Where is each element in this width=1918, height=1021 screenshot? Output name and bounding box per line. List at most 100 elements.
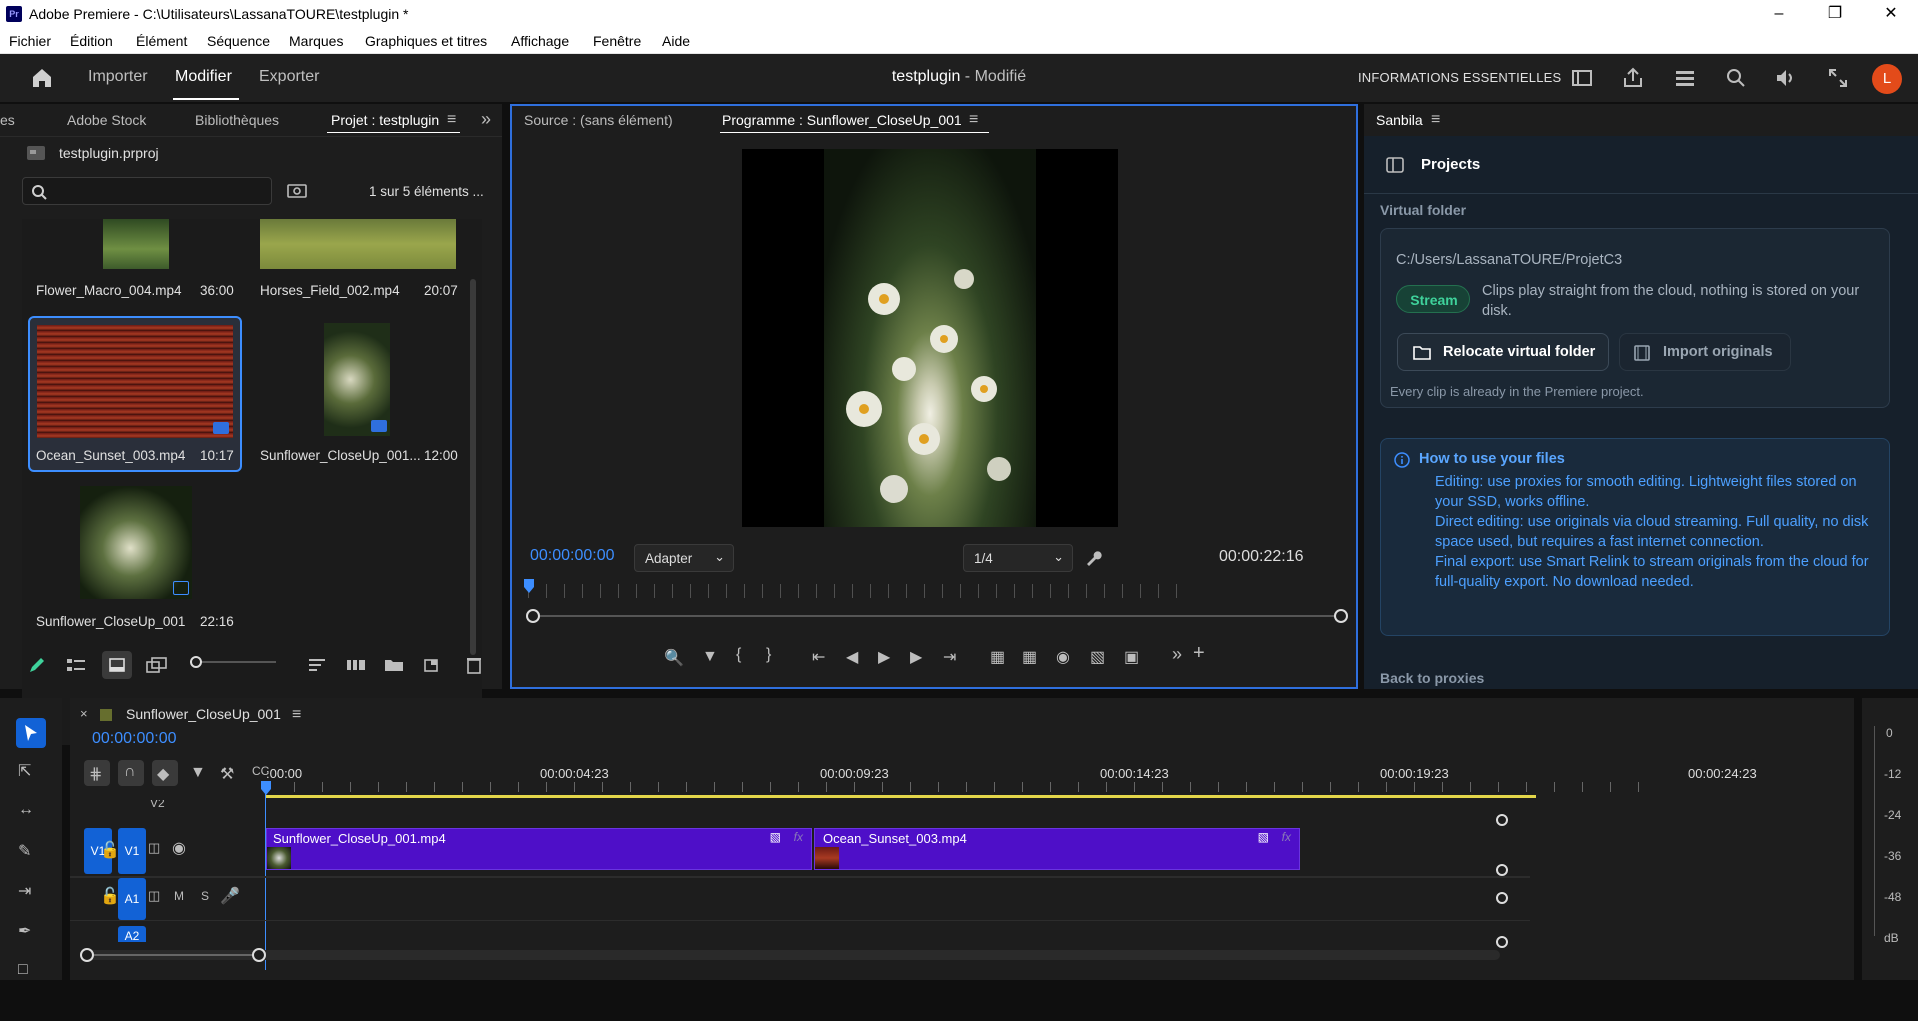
extract-icon[interactable]: ▦ [1022, 647, 1037, 667]
tab-menu-icon[interactable]: ≡ [969, 111, 978, 129]
nest-button[interactable]: ⋕ [84, 760, 110, 786]
progress-icon[interactable] [1673, 66, 1697, 90]
menu-affichage[interactable]: Affichage [511, 33, 569, 49]
timeline-clip-ocean[interactable]: Ocean_Sunset_003.mp4 ▧ fx [814, 828, 1300, 870]
audio-vscroll-top-handle[interactable] [1496, 892, 1508, 904]
list-view-icon[interactable] [66, 656, 86, 674]
razor-icon[interactable]: ✎ [18, 841, 31, 861]
sort-icon[interactable] [308, 657, 326, 673]
menu-marques[interactable]: Marques [289, 33, 343, 49]
menu-fichier[interactable]: Fichier [9, 33, 51, 49]
time-ruler[interactable]: :00:00 00:00:04:23 00:00:09:23 00:00:14:… [266, 766, 1566, 782]
import-originals-button[interactable]: Import originals [1619, 333, 1791, 371]
selection-tool[interactable] [16, 718, 46, 748]
track-select-icon[interactable]: ⇱ [18, 761, 31, 781]
tab-sanbila[interactable]: Sanbila [1376, 112, 1423, 128]
go-to-out-icon[interactable]: ⇥ [943, 647, 956, 667]
user-avatar[interactable]: L [1872, 64, 1902, 94]
volume-icon[interactable] [1774, 66, 1798, 90]
scrollbar-left-handle[interactable] [80, 948, 94, 962]
audio-vscroll-bottom-handle[interactable] [1496, 936, 1508, 948]
sync-lock-icon[interactable]: ◫ [148, 840, 160, 856]
workspace-selector[interactable]: INFORMATIONS ESSENTIELLES [1358, 70, 1561, 85]
wrench-icon[interactable] [1085, 549, 1105, 569]
ripple-edit-icon[interactable]: ↔ [18, 801, 34, 819]
icon-view-button[interactable] [102, 651, 132, 679]
trash-icon[interactable] [466, 656, 482, 674]
menu-fenetre[interactable]: Fenêtre [593, 33, 641, 49]
panel-overflow-icon[interactable]: » [481, 109, 491, 130]
wrench-icon[interactable]: ⚒ [220, 764, 234, 784]
magnify-icon[interactable]: 🔍 [664, 648, 684, 668]
close-icon[interactable]: ✕ [1868, 0, 1914, 28]
tab-menu-icon[interactable]: ≡ [292, 706, 301, 724]
bin-scrollbar[interactable] [470, 279, 476, 655]
mark-out-icon[interactable]: } [766, 646, 771, 664]
freeform-view-icon[interactable] [146, 656, 168, 674]
zoom-slider-handle[interactable] [190, 656, 202, 668]
tab-libraries[interactable]: Bibliothèques [195, 112, 279, 128]
add-marker-icon[interactable]: ▼ [702, 648, 718, 666]
menu-sequence[interactable]: Séquence [207, 33, 270, 49]
clip-thumbnail-sunflower[interactable] [324, 323, 390, 436]
proxy-toggle-icon[interactable]: ▧ [1090, 647, 1105, 667]
zoom-scrollbar[interactable] [534, 615, 1342, 617]
minimize-icon[interactable]: – [1756, 0, 1802, 28]
tab-menu-icon[interactable]: ≡ [1431, 111, 1440, 129]
compare-view-icon[interactable]: ▣ [1124, 647, 1139, 667]
track-target-a1[interactable]: A1 [118, 878, 146, 920]
zoom-scrollbar-left-handle[interactable] [526, 609, 540, 623]
new-bin-from-search-icon[interactable] [287, 182, 307, 198]
tab-adobe-stock[interactable]: Adobe Stock [67, 112, 146, 128]
go-to-in-icon[interactable]: ⇤ [812, 647, 825, 667]
snap-button[interactable]: ∩ [118, 760, 144, 786]
sequence-thumbnail[interactable] [80, 486, 192, 599]
lock-icon[interactable]: 🔓 [100, 886, 120, 906]
microphone-icon[interactable]: 🎤 [220, 886, 240, 906]
lock-icon[interactable]: 🔓 [100, 840, 120, 860]
tab-source[interactable]: Source : (sans élément) [524, 112, 673, 128]
new-bin-icon[interactable] [384, 657, 404, 673]
zoom-scrollbar-right-handle[interactable] [1334, 609, 1348, 623]
menu-edition[interactable]: Édition [70, 33, 113, 49]
menu-element[interactable]: Élément [136, 33, 187, 49]
timeline-timecode[interactable]: 00:00:00:00 [92, 730, 177, 748]
timeline-clip-sunflower[interactable]: Sunflower_CloseUp_001.mp4 ▧ fx [266, 828, 812, 870]
playhead-timecode[interactable]: 00:00:00:00 [530, 547, 615, 565]
menu-graphiques[interactable]: Graphiques et titres [365, 33, 487, 49]
fullscreen-icon[interactable] [1826, 66, 1850, 90]
pencil-icon[interactable] [28, 656, 46, 674]
sync-lock-icon[interactable]: ◫ [148, 888, 160, 904]
track-target-a2[interactable]: A2 [118, 926, 146, 942]
monitor-playhead-icon[interactable] [523, 578, 535, 594]
vscroll-top-handle[interactable] [1496, 814, 1508, 826]
work-area-bar[interactable] [266, 795, 1536, 798]
scrollbar-right-handle[interactable] [252, 948, 266, 962]
zoom-slider[interactable] [190, 661, 276, 663]
mark-in-icon[interactable]: { [736, 646, 741, 664]
horizontal-scrollbar[interactable] [80, 950, 1500, 960]
eye-icon[interactable]: ◉ [172, 838, 186, 858]
rectangle-tool-icon[interactable]: □ [18, 961, 28, 979]
relocate-folder-button[interactable]: Relocate virtual folder [1397, 333, 1609, 371]
step-forward-icon[interactable]: ▶︎ [910, 647, 922, 667]
more-controls-icon[interactable]: » [1172, 644, 1182, 665]
tab-project[interactable]: Projet : testplugin [331, 112, 439, 128]
close-sequence-icon[interactable]: × [80, 706, 88, 721]
clip-thumbnail[interactable] [260, 219, 456, 269]
vscroll-bottom-handle[interactable] [1496, 864, 1508, 876]
back-to-proxies-heading[interactable]: Back to proxies [1380, 670, 1484, 686]
sequence-tab[interactable]: Sunflower_CloseUp_001 [126, 706, 281, 722]
new-item-icon[interactable] [422, 657, 440, 673]
tab-menu-icon[interactable]: ≡ [447, 111, 456, 129]
fit-dropdown[interactable]: Adapter ⌄ [634, 544, 734, 572]
monitor-ruler[interactable] [528, 584, 1180, 598]
clip-thumbnail[interactable] [103, 219, 169, 269]
slip-icon[interactable]: ⇥ [18, 881, 31, 901]
add-button-icon[interactable]: + [1193, 642, 1205, 665]
linked-selection-button[interactable]: ◆ [152, 760, 178, 786]
mute-button[interactable]: M [174, 889, 184, 903]
play-icon[interactable]: ▶︎ [878, 647, 890, 667]
track-target-v1[interactable]: V1 [118, 828, 146, 874]
restore-icon[interactable]: ❐ [1812, 0, 1858, 28]
